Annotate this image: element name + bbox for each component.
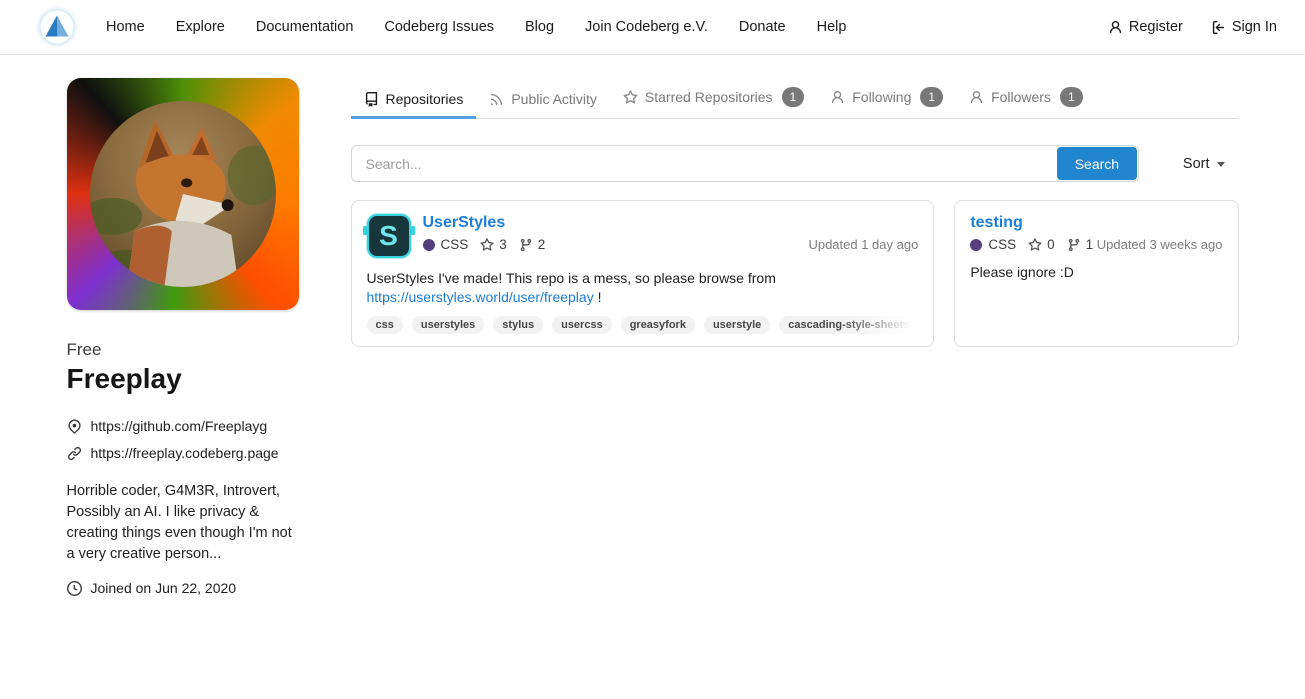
- sort-dropdown[interactable]: Sort: [1183, 156, 1225, 172]
- repo-description-text: UserStyles I've made! This repo is a mes…: [367, 270, 776, 286]
- topic-tag[interactable]: usercss: [552, 316, 612, 334]
- repo-meta: CSS 3 2 Updated 1 day ago: [423, 237, 919, 252]
- following-count-badge: 1: [920, 87, 943, 107]
- profile-joined-row: Joined on Jun 22, 2020: [67, 580, 299, 596]
- profile-location-row: https://github.com/Freeplayg: [67, 418, 299, 434]
- person-icon: [1108, 20, 1123, 35]
- nav-item-documentation[interactable]: Documentation: [256, 19, 354, 35]
- topic-tag[interactable]: greasyfork: [621, 316, 695, 334]
- repo-icon: [364, 92, 379, 107]
- star-icon: [1028, 238, 1042, 252]
- repo-card-testing: testing CSS 0 1 Up: [954, 200, 1238, 347]
- repo-link-testing[interactable]: testing: [970, 214, 1022, 232]
- nav-item-join-codeberg[interactable]: Join Codeberg e.V.: [585, 19, 708, 35]
- tab-public-activity[interactable]: Public Activity: [476, 82, 610, 118]
- main-navigation: Home Explore Documentation Codeberg Issu…: [106, 19, 877, 35]
- clock-icon: [67, 581, 82, 596]
- tab-following[interactable]: Following 1: [817, 78, 956, 118]
- fork-count: 2: [538, 237, 546, 252]
- starred-count-badge: 1: [782, 87, 805, 107]
- tab-label: Repositories: [386, 91, 464, 107]
- rss-icon: [489, 92, 504, 107]
- tab-label: Following: [852, 89, 911, 105]
- updated-time: Updated 1 day ago: [808, 237, 918, 252]
- nav-item-donate[interactable]: Donate: [739, 19, 786, 35]
- star-count: 3: [499, 237, 507, 252]
- topic-tag[interactable]: cascading-style-sheets: [779, 316, 918, 334]
- profile-sidebar: Free Freeplay https://github.com/Freepla…: [67, 78, 299, 596]
- tab-label: Starred Repositories: [645, 89, 773, 105]
- repo-meta: CSS 0 1 Updated 3 weeks ago: [970, 237, 1222, 252]
- sign-in-label: Sign In: [1232, 19, 1277, 35]
- repo-description-suffix: !: [598, 289, 602, 305]
- language-label: CSS: [441, 237, 469, 252]
- profile-bio: Horrible coder, G4M3R, Introvert, Possib…: [67, 481, 299, 565]
- profile-tabs: Repositories Public Activity Starred Rep…: [351, 78, 1239, 119]
- tab-label: Public Activity: [511, 91, 597, 107]
- person-icon: [969, 90, 984, 105]
- chevron-down-icon: [1217, 162, 1225, 167]
- repo-description: UserStyles I've made! This repo is a mes…: [367, 269, 919, 306]
- topic-tag[interactable]: userstyle: [704, 316, 770, 334]
- sort-label: Sort: [1183, 156, 1210, 172]
- git-branch-icon: [1067, 238, 1081, 252]
- topic-tag[interactable]: stylus: [493, 316, 543, 334]
- register-link[interactable]: Register: [1108, 19, 1183, 35]
- profile-website-row: https://freeplay.codeberg.page: [67, 445, 299, 461]
- codeberg-mountain-icon: [39, 9, 75, 45]
- topic-list: css userstyles stylus usercss greasyfork…: [367, 316, 919, 334]
- location-icon: [67, 419, 82, 434]
- profile-joined: Joined on Jun 22, 2020: [91, 580, 237, 596]
- fox-photo: [90, 101, 276, 287]
- nav-item-blog[interactable]: Blog: [525, 19, 554, 35]
- link-icon: [67, 446, 82, 461]
- search-group: Search: [351, 145, 1139, 182]
- tab-followers[interactable]: Followers 1: [956, 78, 1096, 118]
- top-navbar: Home Explore Documentation Codeberg Issu…: [0, 0, 1305, 55]
- repo-card-userstyles: S UserStyles CSS 3 2: [351, 200, 935, 347]
- star-icon: [623, 90, 638, 105]
- tab-label: Followers: [991, 89, 1051, 105]
- profile-fullname: Free: [67, 340, 299, 360]
- language-dot: [970, 239, 982, 251]
- nav-item-help[interactable]: Help: [817, 19, 847, 35]
- git-branch-icon: [519, 238, 533, 252]
- nav-item-home[interactable]: Home: [106, 19, 145, 35]
- fork-count: 1: [1086, 237, 1094, 252]
- topic-tag[interactable]: css: [367, 316, 403, 334]
- nav-item-explore[interactable]: Explore: [176, 19, 225, 35]
- tab-starred-repositories[interactable]: Starred Repositories 1: [610, 78, 817, 118]
- profile-page: Free Freeplay https://github.com/Freepla…: [67, 78, 1239, 596]
- language-dot: [423, 239, 435, 251]
- nav-item-codeberg-issues[interactable]: Codeberg Issues: [384, 19, 494, 35]
- profile-username: Freeplay: [67, 363, 299, 395]
- profile-content: Repositories Public Activity Starred Rep…: [351, 78, 1239, 347]
- repo-link-userstyles[interactable]: UserStyles: [423, 214, 506, 232]
- followers-count-badge: 1: [1060, 87, 1083, 107]
- sign-in-icon: [1211, 20, 1226, 35]
- repo-search-row: Search Sort: [351, 145, 1239, 182]
- search-input[interactable]: [352, 146, 1056, 181]
- tab-repositories[interactable]: Repositories: [351, 82, 477, 119]
- profile-location: https://github.com/Freeplayg: [91, 418, 268, 434]
- repo-description: Please ignore :D: [970, 263, 1222, 282]
- repo-description-link[interactable]: https://userstyles.world/user/freeplay: [367, 289, 594, 305]
- profile-avatar: [67, 78, 299, 310]
- updated-time: Updated 3 weeks ago: [1097, 237, 1223, 252]
- star-icon: [480, 238, 494, 252]
- profile-website-link[interactable]: https://freeplay.codeberg.page: [91, 445, 279, 461]
- auth-links: Register Sign In: [1108, 19, 1277, 35]
- topic-tag[interactable]: userstyles: [412, 316, 484, 334]
- language-label: CSS: [988, 237, 1016, 252]
- register-label: Register: [1129, 19, 1183, 35]
- codeberg-logo[interactable]: [38, 8, 76, 46]
- sign-in-link[interactable]: Sign In: [1211, 19, 1277, 35]
- star-count: 0: [1047, 237, 1055, 252]
- search-button[interactable]: Search: [1057, 147, 1137, 180]
- person-icon: [830, 90, 845, 105]
- userstyles-repo-avatar[interactable]: S: [367, 214, 411, 258]
- repository-list: S UserStyles CSS 3 2: [351, 200, 1239, 347]
